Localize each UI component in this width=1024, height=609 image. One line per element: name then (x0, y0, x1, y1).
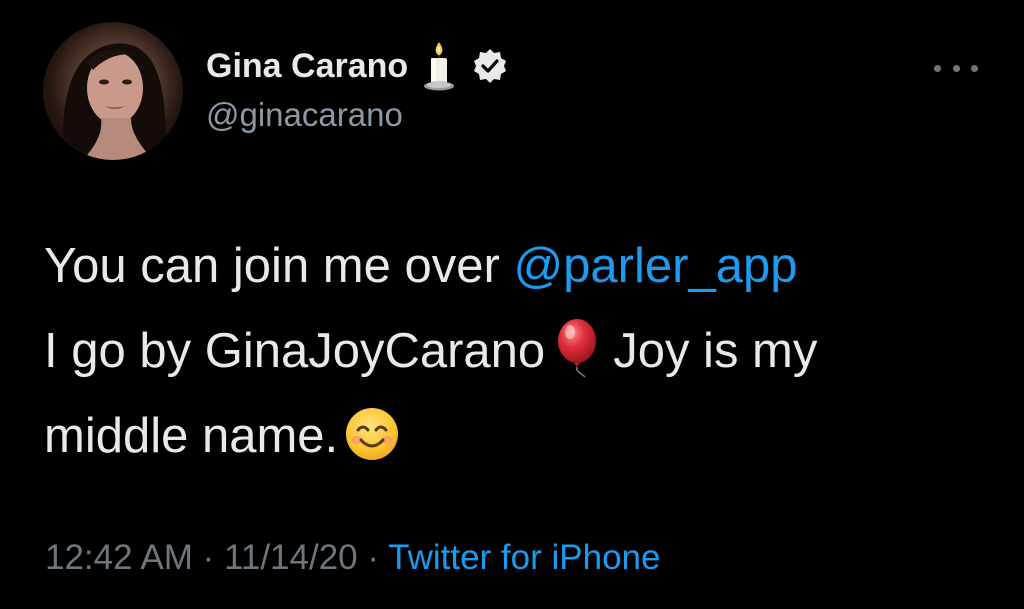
candle-icon (422, 40, 456, 92)
tweet-header: Gina Carano @ginacarano (206, 38, 508, 138)
tweet-text-segment: You can join me over (44, 239, 514, 293)
tweet-line-3: middle name. (44, 394, 1004, 479)
more-options-icon[interactable] (934, 62, 978, 74)
tweet-source-link[interactable]: Twitter for iPhone (388, 538, 660, 577)
avatar[interactable] (43, 22, 183, 160)
avatar-image (62, 43, 166, 160)
dot-icon (971, 64, 978, 72)
tweet-text-segment: I go by GinaJoyCarano (44, 324, 546, 378)
meta-separator: · (192, 538, 224, 577)
tweet-line-2: I go by GinaJoyCarano Joy is my (44, 309, 1004, 394)
verified-icon (472, 48, 508, 84)
balloon-icon (551, 317, 607, 379)
tweet-text-segment: middle name. (44, 409, 339, 463)
dot-icon (952, 64, 960, 72)
tweet-line-1: You can join me over @parler_app (44, 224, 1004, 309)
tweet-card: Gina Carano @ginacarano You can join me … (0, 0, 1024, 609)
name-row: Gina Carano (206, 38, 508, 94)
display-name[interactable]: Gina Carano (206, 47, 408, 86)
tweet-text-segment: Joy is my (613, 324, 818, 378)
tweet-meta: 12:42 AM · 11/14/20 · Twitter for iPhone (45, 538, 660, 578)
dot-icon (934, 64, 941, 72)
meta-separator: · (357, 538, 389, 577)
author-handle[interactable]: @ginacarano (206, 96, 508, 134)
tweet-date[interactable]: 11/14/20 (224, 538, 358, 577)
smiling-face-icon (344, 404, 400, 460)
tweet-text: You can join me over @parler_app I go by… (44, 224, 1004, 479)
tweet-time[interactable]: 12:42 AM (45, 538, 193, 577)
mention-link[interactable]: @parler_app (513, 239, 797, 293)
